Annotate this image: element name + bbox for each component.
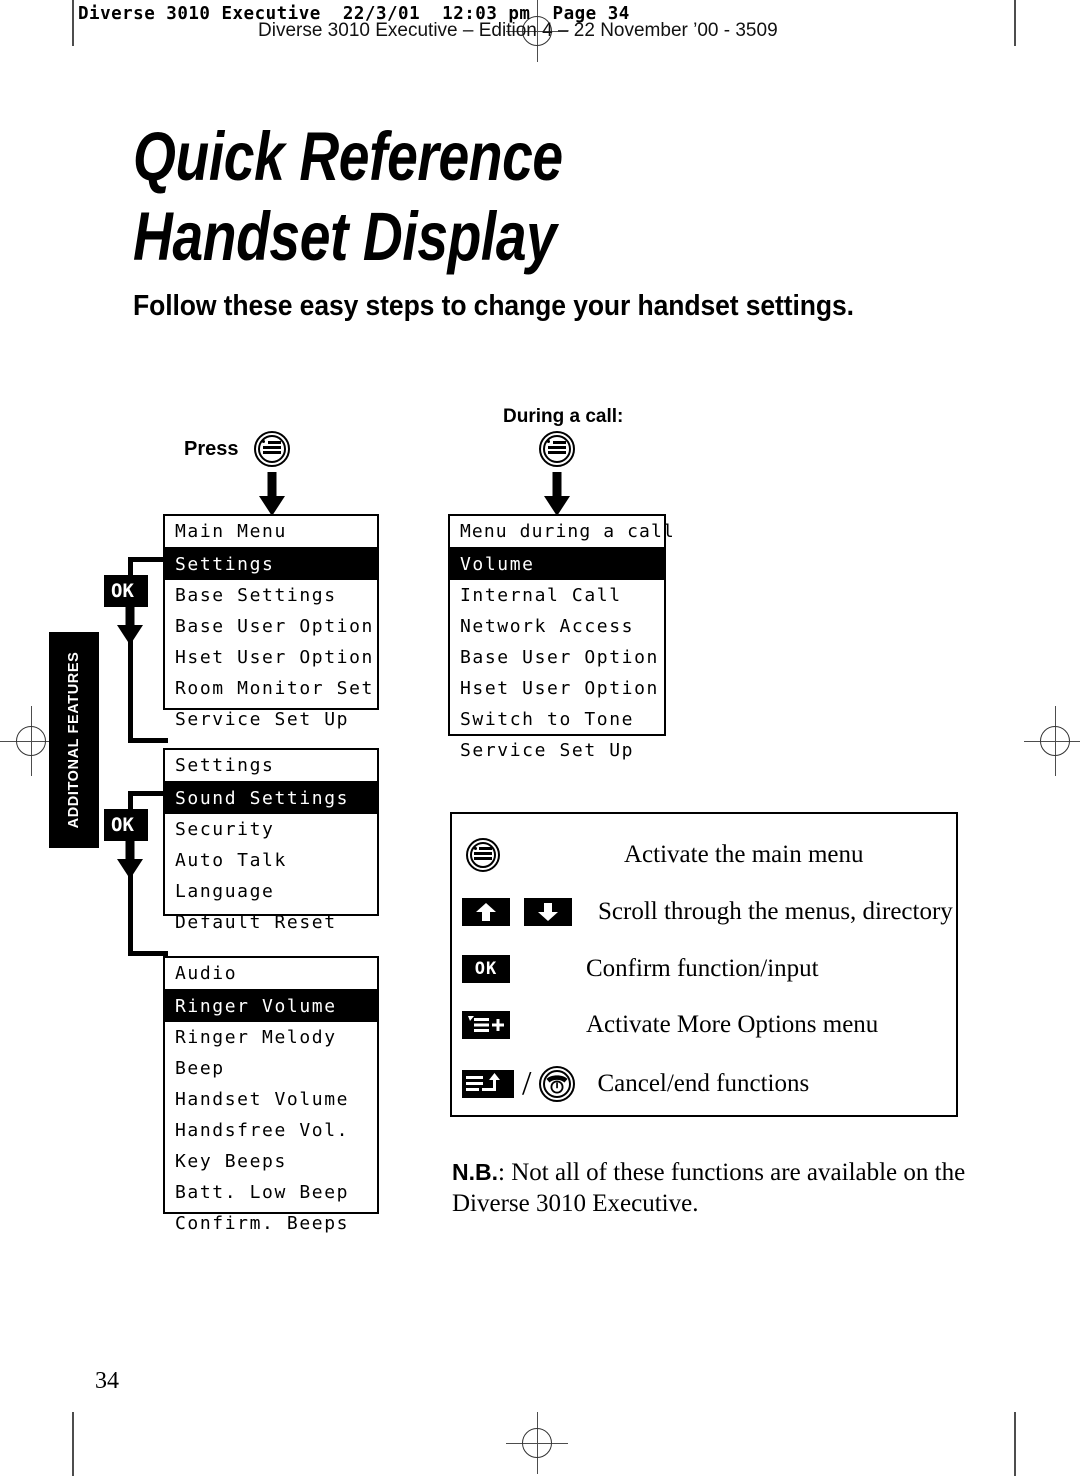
scroll-down-icon[interactable] <box>524 898 572 926</box>
menu-item-beep[interactable]: Beep <box>165 1053 377 1084</box>
press-label: Press <box>184 438 239 460</box>
legend-text: Activate More Options menu <box>586 1011 879 1038</box>
menu-audio: Audio Ringer Volume Ringer Melody Beep H… <box>163 956 379 1234</box>
legend-row-scroll: Scroll through the menus, directory <box>462 898 953 926</box>
connector-2-horizontal-in <box>128 951 168 956</box>
crop-line-right <box>1014 0 1016 46</box>
connector-2-horizontal-out <box>128 791 166 796</box>
menu-item-settings[interactable]: Settings <box>165 549 377 580</box>
menu-header: Menu during a call <box>450 516 674 549</box>
legend-row-activate-main-menu: Activate the main menu <box>466 838 864 872</box>
more-options-key-icon[interactable] <box>462 1011 510 1039</box>
end-call-key-icon[interactable] <box>539 1066 576 1102</box>
page-root: Diverse 3010 Executive 22/3/01 12:03 pm … <box>0 0 1080 1476</box>
menu-item-room-monitor-set[interactable]: Room Monitor Set <box>165 673 377 704</box>
menu-item-base-user-option[interactable]: Base User Option <box>450 642 664 673</box>
page-title-line2: Handset Display <box>133 198 557 275</box>
ok-key-icon-label: OK <box>474 959 498 979</box>
menu-item-handsfree-vol[interactable]: Handsfree Vol. <box>165 1115 377 1146</box>
section-tab-label: ADDITONAL FEATURES <box>66 651 82 829</box>
page-subtitle: Follow these easy steps to change your h… <box>133 290 854 322</box>
menu-item-base-settings[interactable]: Base Settings <box>165 580 377 611</box>
menu-item-default-reset[interactable]: Default Reset <box>165 907 377 938</box>
menu-item-service-set-up[interactable]: Service Set Up <box>165 704 377 735</box>
legend-text: Cancel/end functions <box>597 1070 810 1097</box>
legend-separator: / <box>522 1065 532 1102</box>
menu-item-ringer-volume[interactable]: Ringer Volume <box>165 991 377 1022</box>
crop-line-left <box>72 0 74 46</box>
page-title-line1: Quick Reference <box>133 118 563 195</box>
ok-key-flow-1[interactable]: OK <box>104 575 148 607</box>
during-call-label: During a call: <box>503 406 624 427</box>
menu-item-internal-call[interactable]: Internal Call <box>450 580 664 611</box>
menu-key-icon[interactable] <box>466 838 500 872</box>
registration-mark-bottom <box>506 1412 568 1474</box>
note-nb-text: : Not all of these functions are availab… <box>452 1159 966 1218</box>
section-tab-additional-features: ADDITONAL FEATURES <box>49 632 99 848</box>
menu-key-icon[interactable] <box>254 431 290 467</box>
crop-line-left-bottom <box>72 1412 74 1476</box>
menu-item-service-set-up[interactable]: Service Set Up <box>450 735 664 766</box>
legend-row-confirm: OK Confirm function/input <box>462 955 819 983</box>
edition-line: Diverse 3010 Executive – Edition 4 – 22 … <box>258 20 778 41</box>
menu-main-menu: Main Menu Settings Base Settings Base Us… <box>163 514 379 730</box>
legend-text: Activate the main menu <box>624 841 864 868</box>
menu-item-language[interactable]: Language <box>165 876 377 907</box>
menu-item-ringer-melody[interactable]: Ringer Melody <box>165 1022 377 1053</box>
menu-item-key-beeps[interactable]: Key Beeps <box>165 1146 377 1177</box>
menu-header: Main Menu <box>165 516 377 549</box>
note-nb: N.B.: Not all of these functions are ava… <box>452 1157 972 1220</box>
menu-key-icon-during-call[interactable] <box>539 431 575 467</box>
ok-key-flow-2[interactable]: OK <box>104 809 148 841</box>
menu-item-confirm-beeps[interactable]: Confirm. Beeps <box>165 1208 377 1239</box>
registration-mark-right <box>1024 706 1080 776</box>
menu-item-handset-volume[interactable]: Handset Volume <box>165 1084 377 1115</box>
legend-row-cancel-end: / Cancel/end functions <box>462 1065 809 1103</box>
crop-line-right-bottom <box>1014 1412 1016 1476</box>
ok-key-flow-1-label: OK <box>111 580 134 602</box>
ok-key-flow-2-label: OK <box>111 814 134 836</box>
menu-item-auto-talk[interactable]: Auto Talk <box>165 845 377 876</box>
arrow-settings-to-audio <box>116 839 144 881</box>
connector-1-horizontal-in <box>128 738 168 743</box>
arrow-main-to-settings <box>116 605 144 647</box>
menu-item-switch-to-tone[interactable]: Switch to Tone <box>450 704 664 735</box>
menu-item-volume[interactable]: Volume <box>450 549 664 580</box>
menu-item-security[interactable]: Security <box>165 814 377 845</box>
menu-during-a-call: Menu during a call Volume Internal Call … <box>448 514 674 761</box>
menu-item-hset-user-option[interactable]: Hset User Option <box>450 673 664 704</box>
menu-header: Audio <box>165 958 377 991</box>
cancel-key-icon[interactable] <box>462 1070 514 1098</box>
legend-text: Confirm function/input <box>586 955 819 982</box>
arrow-press-to-during-call-menu <box>543 472 571 516</box>
ok-key-icon[interactable]: OK <box>462 955 510 983</box>
menu-item-sound-settings[interactable]: Sound Settings <box>165 783 377 814</box>
legend-row-more-options: Activate More Options menu <box>462 1011 878 1039</box>
scroll-up-icon[interactable] <box>462 898 510 926</box>
menu-item-network-access[interactable]: Network Access <box>450 611 664 642</box>
menu-settings: Settings Sound Settings Security Auto Ta… <box>163 748 379 933</box>
arrow-press-to-main-menu <box>258 472 286 516</box>
legend-text: Scroll through the menus, directory <box>598 898 953 925</box>
page-number: 34 <box>95 1368 119 1394</box>
menu-header: Settings <box>165 750 377 783</box>
menu-item-base-user-option[interactable]: Base User Option <box>165 611 377 642</box>
menu-item-hset-user-option[interactable]: Hset User Option <box>165 642 377 673</box>
connector-1-horizontal-out <box>128 557 166 562</box>
note-nb-prefix: N.B. <box>452 1159 498 1185</box>
menu-item-batt-low-beep[interactable]: Batt. Low Beep <box>165 1177 377 1208</box>
